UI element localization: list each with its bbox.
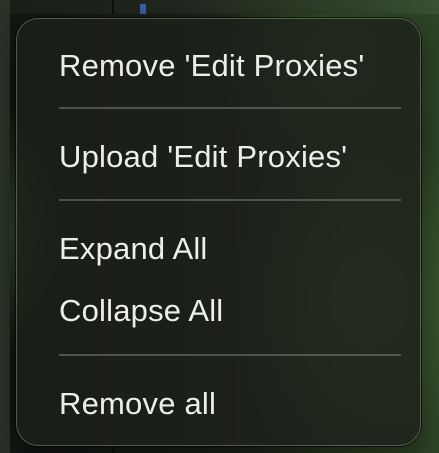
backdrop-divider-top [112,0,114,14]
menu-item-remove-edit-proxies[interactable]: Remove 'Edit Proxies' [17,43,420,89]
menu-item-remove-all[interactable]: Remove all [17,381,420,427]
backdrop-toolbar-strip [0,0,439,14]
menu-separator [59,354,401,356]
backdrop-left-strip [0,0,10,453]
context-menu: Remove 'Edit Proxies' Upload 'Edit Proxi… [16,18,421,446]
backdrop-selection-marker [140,4,146,14]
menu-item-collapse-all[interactable]: Collapse All [17,288,420,334]
menu-separator [59,107,401,109]
menu-separator [59,199,401,201]
menu-item-upload-edit-proxies[interactable]: Upload 'Edit Proxies' [17,134,420,180]
menu-item-expand-all[interactable]: Expand All [17,226,420,272]
